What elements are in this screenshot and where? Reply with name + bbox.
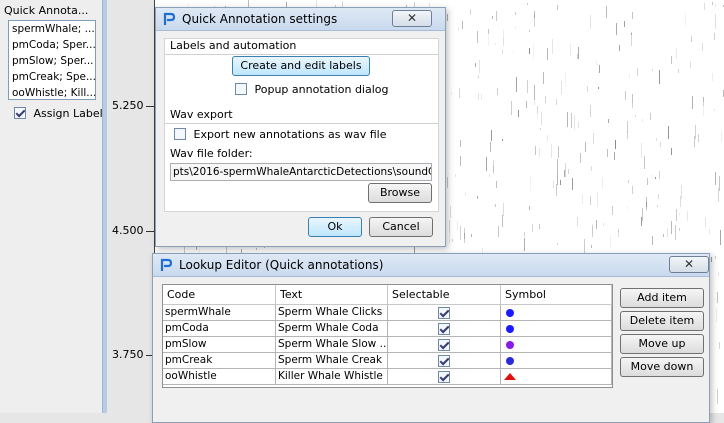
section-divider <box>164 54 439 55</box>
code-cell[interactable]: pmSlow <box>163 337 276 353</box>
code-cell[interactable]: ooWhistle <box>163 369 276 385</box>
export-wav-checkbox[interactable] <box>174 128 186 140</box>
selectable-cell[interactable] <box>388 369 501 385</box>
code-cell[interactable]: pmCoda <box>163 321 276 337</box>
axis-tick-label: 5.250 <box>112 99 144 112</box>
table-row[interactable]: pmCoda Sperm Whale Coda <box>163 321 612 337</box>
move-down-button[interactable]: Move down <box>620 357 704 377</box>
selectable-checkbox[interactable] <box>438 339 450 351</box>
symbol-cell[interactable] <box>501 321 612 337</box>
axis-tick-label: 4.500 <box>112 224 144 237</box>
export-wav-label: Export new annotations as wav file <box>193 127 387 141</box>
panel-title: Quick Annota... <box>4 4 89 17</box>
circle-symbol-icon <box>506 341 514 349</box>
code-cell[interactable]: spermWhale <box>163 305 276 321</box>
text-cell[interactable]: Killer Whale Whistle <box>276 369 388 385</box>
quick-annotation-settings-dialog: Quick Annotation settings ✕ Labels and a… <box>155 7 446 247</box>
assign-label-checkbox[interactable] <box>14 107 26 119</box>
cancel-button[interactable]: Cancel <box>369 217 433 237</box>
popup-dialog-checkbox[interactable] <box>235 83 247 95</box>
column-header-text[interactable]: Text <box>276 285 388 305</box>
circle-symbol-icon <box>506 357 514 365</box>
text-cell[interactable]: Sperm Whale Clicks <box>276 305 388 321</box>
text-cell[interactable]: Sperm Whale Creak <box>276 353 388 369</box>
circle-symbol-icon <box>506 325 514 333</box>
symbol-cell[interactable] <box>501 353 612 369</box>
table-row[interactable]: pmCreak Sperm Whale Creak <box>163 353 612 369</box>
label-list-item[interactable]: ooWhistle; Kill... <box>9 85 95 101</box>
ok-button[interactable]: Ok <box>308 217 362 237</box>
text-cell[interactable]: Sperm Whale Coda <box>276 321 388 337</box>
pamguard-app-icon <box>163 12 176 25</box>
quick-annotation-panel: Quick Annota... spermWhale; ... pmCoda; … <box>0 0 103 413</box>
popup-dialog-label: Popup annotation dialog <box>254 82 389 96</box>
code-cell[interactable]: pmCreak <box>163 353 276 369</box>
export-wav-row[interactable]: Export new annotations as wav file <box>174 127 434 143</box>
selectable-checkbox[interactable] <box>438 355 450 367</box>
triangle-symbol-icon <box>504 373 516 380</box>
dialog-titlebar[interactable]: Lookup Editor (Quick annotations) ✕ <box>153 254 709 277</box>
label-list-item[interactable]: spermWhale; ... <box>9 21 95 37</box>
symbol-cell[interactable] <box>501 337 612 353</box>
labels-section-title: Labels and automation <box>170 39 297 52</box>
symbol-cell[interactable] <box>501 305 612 321</box>
label-list-item[interactable]: pmCreak; Spe... <box>9 69 95 85</box>
dialog-title: Lookup Editor (Quick annotations) <box>179 258 384 272</box>
axis-tick <box>146 106 154 107</box>
text-cell[interactable]: Sperm Whale Slow ... <box>276 337 388 353</box>
axis-tick <box>146 231 154 232</box>
selectable-checkbox[interactable] <box>438 307 450 319</box>
circle-symbol-icon <box>506 309 514 317</box>
selectable-cell[interactable] <box>388 321 501 337</box>
annotation-label-list[interactable]: spermWhale; ... pmCoda; Sper... pmSlow; … <box>8 20 96 100</box>
lookup-table: Code Text Selectable Symbol spermWhale Sp… <box>162 284 613 388</box>
label-list-item[interactable]: pmSlow; Sper... <box>9 53 95 69</box>
selectable-checkbox[interactable] <box>438 323 450 335</box>
table-row[interactable]: ooWhistle Killer Whale Whistle <box>163 369 612 385</box>
browse-button[interactable]: Browse <box>368 183 432 203</box>
selectable-checkbox[interactable] <box>438 371 450 383</box>
axis-tick-label: 3.750 <box>112 348 144 361</box>
close-button[interactable]: ✕ <box>392 10 432 27</box>
delete-item-button[interactable]: Delete item <box>620 311 704 331</box>
assign-label-checkbox-row[interactable]: Assign Label <box>14 106 104 122</box>
move-up-button[interactable]: Move up <box>620 334 704 354</box>
wav-section-title: Wav export <box>170 108 233 121</box>
pamguard-app-icon <box>160 258 173 271</box>
section-divider <box>164 123 439 124</box>
table-row[interactable]: spermWhale Sperm Whale Clicks <box>163 305 612 321</box>
label-list-item[interactable]: pmCoda; Sper... <box>9 37 95 53</box>
dialog-title: Quick Annotation settings <box>182 12 338 26</box>
wav-folder-field[interactable]: pts\2016-spermWhaleAntarcticDetections\s… <box>170 163 432 181</box>
add-item-button[interactable]: Add item <box>620 288 704 308</box>
dialog-titlebar[interactable]: Quick Annotation settings ✕ <box>156 8 445 31</box>
selectable-cell[interactable] <box>388 337 501 353</box>
wav-folder-label: Wav file folder: <box>170 147 253 160</box>
column-header-selectable[interactable]: Selectable <box>388 285 501 305</box>
symbol-cell[interactable] <box>501 369 612 385</box>
selectable-cell[interactable] <box>388 305 501 321</box>
table-row[interactable]: pmSlow Sperm Whale Slow ... <box>163 337 612 353</box>
create-edit-labels-button[interactable]: Create and edit labels <box>232 56 370 76</box>
popup-dialog-row[interactable]: Popup annotation dialog <box>235 82 435 98</box>
column-header-code[interactable]: Code <box>163 285 276 305</box>
selectable-cell[interactable] <box>388 353 501 369</box>
assign-label-text: Assign Label <box>33 106 103 120</box>
column-header-symbol[interactable]: Symbol <box>501 285 612 305</box>
close-button[interactable]: ✕ <box>669 256 709 273</box>
